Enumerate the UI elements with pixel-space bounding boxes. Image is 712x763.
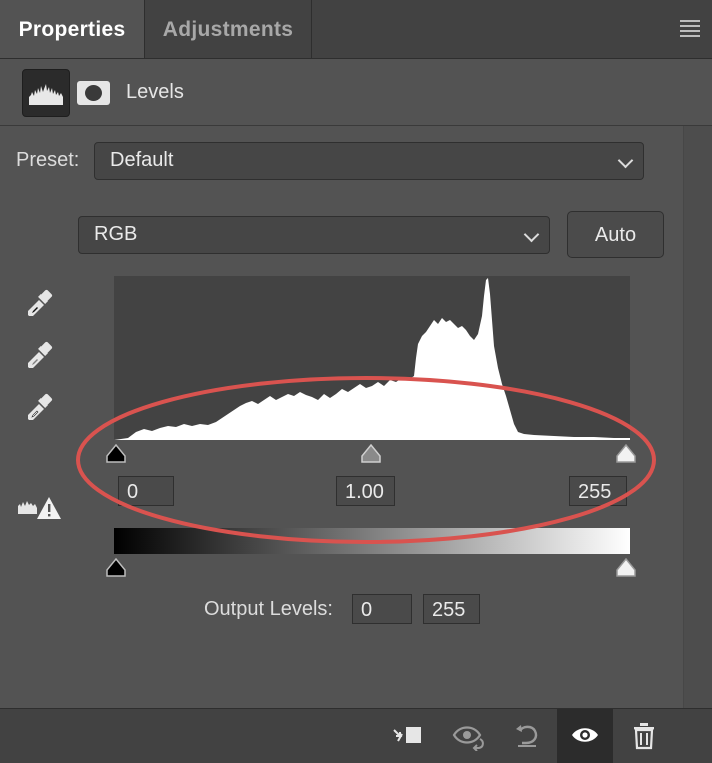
layer-mask-icon[interactable]	[77, 81, 110, 105]
chevron-down-icon	[617, 152, 634, 169]
output-levels-label: Output Levels:	[204, 598, 333, 620]
input-gamma-slider[interactable]	[360, 443, 382, 464]
input-gamma-field[interactable]: 1.00	[336, 476, 395, 506]
input-black-slider[interactable]	[105, 443, 127, 464]
properties-panel: Properties Adjustments Levels Preset: De…	[0, 0, 712, 763]
preset-select[interactable]: Default	[94, 142, 644, 180]
histogram	[114, 276, 630, 440]
output-gradient-bar	[114, 528, 630, 554]
clip-to-layer-icon[interactable]	[392, 721, 424, 751]
trash-icon[interactable]	[630, 721, 662, 751]
input-black-field[interactable]: 0	[118, 476, 174, 506]
black-point-eyedropper-icon[interactable]	[24, 288, 56, 320]
chevron-down-icon	[523, 226, 540, 243]
output-white-slider[interactable]	[615, 557, 637, 578]
preset-value: Default	[110, 149, 174, 171]
channel-value: RGB	[94, 223, 138, 245]
output-white-field[interactable]: 255	[423, 594, 480, 624]
output-black-field[interactable]: 0	[352, 594, 412, 624]
levels-histogram-icon[interactable]	[22, 69, 70, 117]
scrollbar[interactable]	[683, 126, 712, 708]
view-previous-state-icon[interactable]	[452, 721, 484, 752]
gray-point-eyedropper-icon[interactable]	[24, 340, 56, 372]
input-white-field[interactable]: 255	[569, 476, 627, 506]
panel-tab-bar: Properties Adjustments	[0, 0, 712, 59]
output-black-slider[interactable]	[105, 557, 127, 578]
reset-icon[interactable]	[512, 721, 544, 751]
preset-label: Preset:	[16, 149, 80, 171]
visibility-eye-icon	[572, 728, 598, 742]
adjustment-header: Levels	[0, 59, 712, 126]
panel-footer	[0, 708, 712, 763]
tab-properties[interactable]: Properties	[0, 0, 145, 58]
adjustment-title: Levels	[126, 81, 184, 103]
visibility-toggle[interactable]	[557, 709, 613, 763]
channel-select[interactable]: RGB	[78, 216, 550, 254]
panel-menu-icon[interactable]	[680, 20, 700, 37]
clipping-warning-icon[interactable]	[17, 494, 63, 522]
input-white-slider[interactable]	[615, 443, 637, 464]
white-point-eyedropper-icon[interactable]	[24, 392, 56, 424]
tab-adjustments[interactable]: Adjustments	[145, 0, 312, 58]
auto-button[interactable]: Auto	[567, 211, 664, 258]
